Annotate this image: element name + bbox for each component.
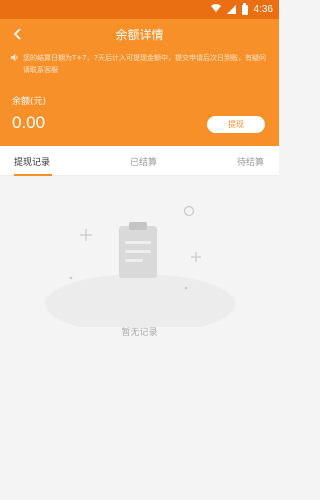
tab-settled[interactable]: 已结算	[130, 155, 157, 168]
empty-text: 暂无记录	[121, 328, 158, 338]
notice-text: 您的结算日期为T+7，7天后计入可提现金额中，提交申请后次日到账，有疑问请联系客…	[23, 54, 267, 74]
balance-header: 余额详情 您的结算日期为T+7，7天后计入可提现金额中，提交申请后次日到账，有疑…	[0, 19, 279, 146]
battery-icon	[241, 2, 248, 15]
status-bar: 4:36	[0, 0, 279, 19]
nav-bar: 余额详情	[0, 19, 279, 49]
back-button[interactable]	[10, 26, 26, 42]
page-title: 余额详情	[115, 27, 164, 42]
settlement-notice: 您的结算日期为T+7，7天后计入可提现金额中，提交申请后次日到账，有疑问请联系客…	[0, 52, 279, 76]
wifi-icon	[210, 3, 221, 16]
status-time: 4:36	[253, 4, 273, 15]
tab-pending[interactable]: 待结算	[237, 155, 264, 168]
balance-label: 余额(元)	[12, 97, 47, 107]
balance-value: 0.00	[12, 113, 46, 132]
withdraw-button[interactable]: 提现	[207, 116, 265, 133]
record-tabs: 提现记录 已结算 待结算	[0, 146, 279, 176]
tab-withdraw-records[interactable]: 提现记录	[14, 155, 50, 168]
chevron-left-icon	[13, 28, 21, 40]
empty-state: 暂无记录	[0, 177, 279, 477]
signal-icon	[226, 5, 236, 14]
speaker-icon	[10, 53, 18, 62]
active-tab-indicator	[14, 174, 52, 176]
system-nav-bar	[0, 486, 279, 500]
empty-illustration	[45, 205, 235, 327]
